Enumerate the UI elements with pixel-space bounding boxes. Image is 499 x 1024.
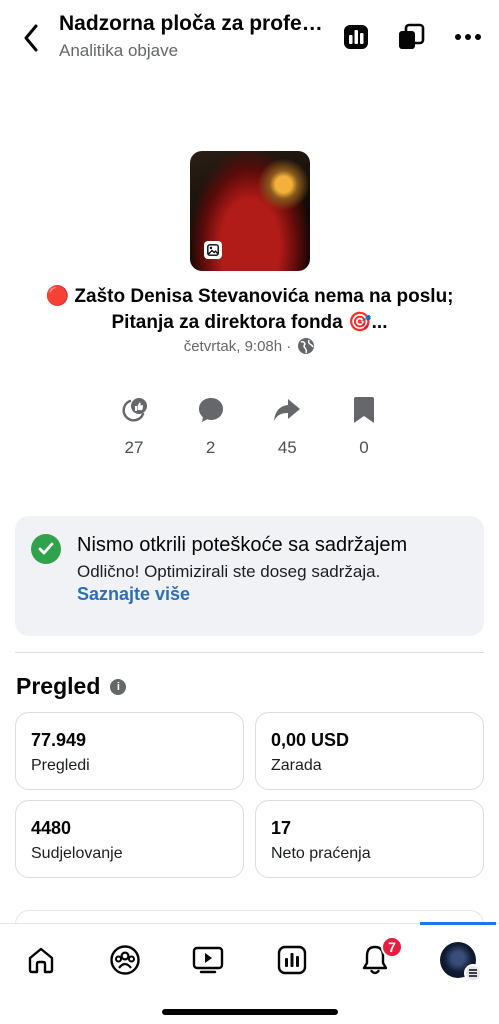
metric-label: Zarada — [271, 757, 322, 774]
metric-tile-views[interactable]: 77.949 Pregledi — [15, 712, 244, 790]
status-title: Nismo otkrili poteškoće sa sadržajem — [77, 534, 408, 556]
metric-value: 4480 — [31, 818, 72, 838]
metric-value: 17 — [271, 818, 292, 838]
active-tab-indicator — [420, 922, 496, 925]
reactions-icon — [119, 395, 149, 425]
home-icon — [28, 947, 54, 974]
stat-value: 2 — [205, 438, 216, 457]
post-meta: četvrtak, 9:08h · — [0, 337, 499, 355]
engagement-stats: 27 2 45 0 — [96, 395, 402, 458]
home-indicator — [162, 1009, 338, 1015]
globe-icon — [298, 338, 315, 354]
bar-chart-icon — [344, 25, 368, 49]
stat-comments[interactable]: 2 — [173, 395, 249, 458]
stat-saves[interactable]: 0 — [326, 395, 402, 458]
post-title-line-1: 🔴 Zašto Denisa Stevanovića nema na poslu… — [45, 286, 454, 307]
learn-more-link[interactable]: Saznajte više — [77, 584, 190, 605]
metric-value: 77.949 — [31, 730, 87, 750]
divider — [15, 652, 484, 653]
more-options-button[interactable] — [453, 22, 483, 52]
post-title-line-2: Pitanja za direktora fonda 🎯... — [111, 312, 388, 333]
stat-value: 27 — [124, 438, 144, 457]
content-status-card: Nismo otkrili poteškoće sa sadržajem Odl… — [15, 516, 484, 636]
status-text: Odlično! Optimizirali ste doseg sadržaja… — [77, 562, 381, 581]
menu-icon — [464, 964, 482, 982]
post-title: 🔴 Zašto Denisa Stevanovića nema na poslu… — [20, 284, 479, 336]
metric-label: Sudjelovanje — [31, 845, 123, 862]
insights-button[interactable] — [341, 22, 371, 52]
bookmark-icon — [349, 395, 379, 425]
stat-shares[interactable]: 45 — [249, 395, 325, 458]
comment-icon — [196, 395, 226, 425]
nav-video[interactable] — [178, 938, 238, 982]
back-button[interactable] — [14, 20, 48, 56]
switch-view-button[interactable] — [396, 22, 426, 52]
stat-reactions[interactable]: 27 — [96, 395, 172, 458]
post-timestamp: četvrtak, 9:08h · — [183, 337, 292, 355]
share-icon — [272, 395, 302, 425]
stat-value: 0 — [359, 438, 369, 457]
overview-title: Pregled — [16, 673, 101, 699]
groups-icon — [110, 945, 140, 975]
photo-icon — [204, 241, 222, 259]
nav-profile[interactable] — [428, 938, 488, 982]
nav-dashboard[interactable] — [262, 938, 322, 982]
metric-tile-earnings[interactable]: 0,00 USD Zarada — [255, 712, 484, 790]
dashboard-icon — [277, 945, 307, 975]
nav-notifications[interactable]: 7 — [345, 936, 405, 982]
metric-tile-net-follows[interactable]: 17 Neto praćenja — [255, 800, 484, 878]
nav-groups[interactable] — [95, 938, 155, 982]
checkmark-icon — [31, 534, 61, 564]
metric-label: Neto praćenja — [271, 845, 371, 862]
stat-value: 45 — [277, 438, 297, 457]
metric-label: Pregledi — [31, 757, 90, 774]
page-title: Nadzorna ploča za profesionalce — [59, 12, 324, 35]
metric-value: 0,00 USD — [271, 730, 350, 750]
nav-home[interactable] — [11, 938, 71, 982]
header: Nadzorna ploča za profesionalce Analitik… — [0, 0, 499, 80]
video-icon — [192, 946, 224, 974]
post-thumbnail[interactable] — [190, 151, 310, 271]
page-subtitle: Analitika objave — [59, 41, 179, 60]
info-icon[interactable]: i — [110, 678, 127, 695]
metric-tile-engagement[interactable]: 4480 Sudjelovanje — [15, 800, 244, 878]
notification-badge: 7 — [381, 936, 403, 958]
bottom-navigation: 7 — [0, 922, 499, 1024]
more-icon — [455, 34, 481, 40]
copy-icon — [399, 23, 425, 49]
chevron-left-icon — [24, 24, 38, 52]
profile-avatar — [440, 942, 482, 982]
overview-section-title: Pregled i — [16, 673, 127, 700]
